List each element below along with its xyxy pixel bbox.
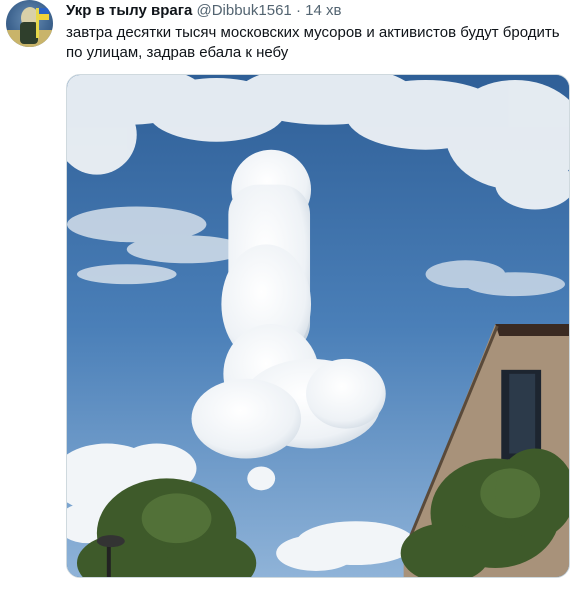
tweet-text: завтра десятки тысяч московских мусоров … <box>66 24 560 61</box>
separator-dot: · <box>295 2 301 19</box>
user-handle[interactable]: @Dibbuk1561 <box>196 2 291 19</box>
tweet-timestamp[interactable]: 14 хв <box>305 2 341 19</box>
tweet-media-image[interactable] <box>66 74 570 578</box>
tweet-header: Укр в тылу врага @Dibbuk1561 · 14 хв <box>66 1 341 21</box>
display-name[interactable]: Укр в тылу врага <box>66 2 192 19</box>
cloud-photo-icon <box>67 75 569 577</box>
avatar[interactable] <box>6 0 53 47</box>
